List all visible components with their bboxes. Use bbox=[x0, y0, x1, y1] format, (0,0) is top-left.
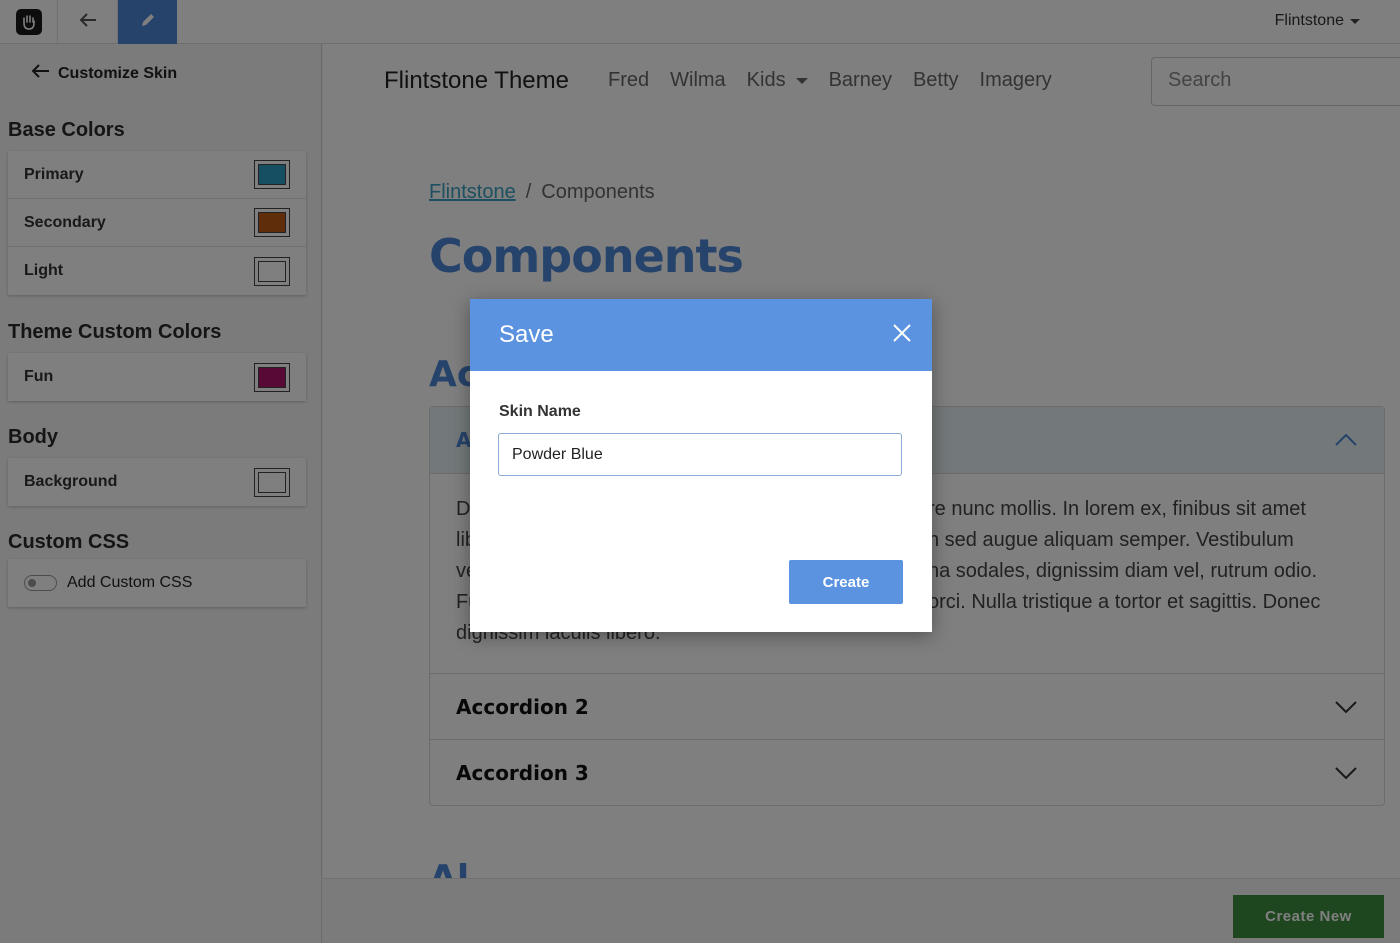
save-dialog: Save Skin Name Create bbox=[470, 299, 932, 632]
save-dialog-header: Save bbox=[470, 299, 932, 371]
create-button[interactable]: Create bbox=[789, 560, 903, 604]
close-x-icon[interactable] bbox=[892, 323, 912, 348]
skin-name-input[interactable] bbox=[498, 433, 902, 476]
save-dialog-title: Save bbox=[499, 321, 554, 348]
skin-name-label: Skin Name bbox=[499, 403, 581, 420]
